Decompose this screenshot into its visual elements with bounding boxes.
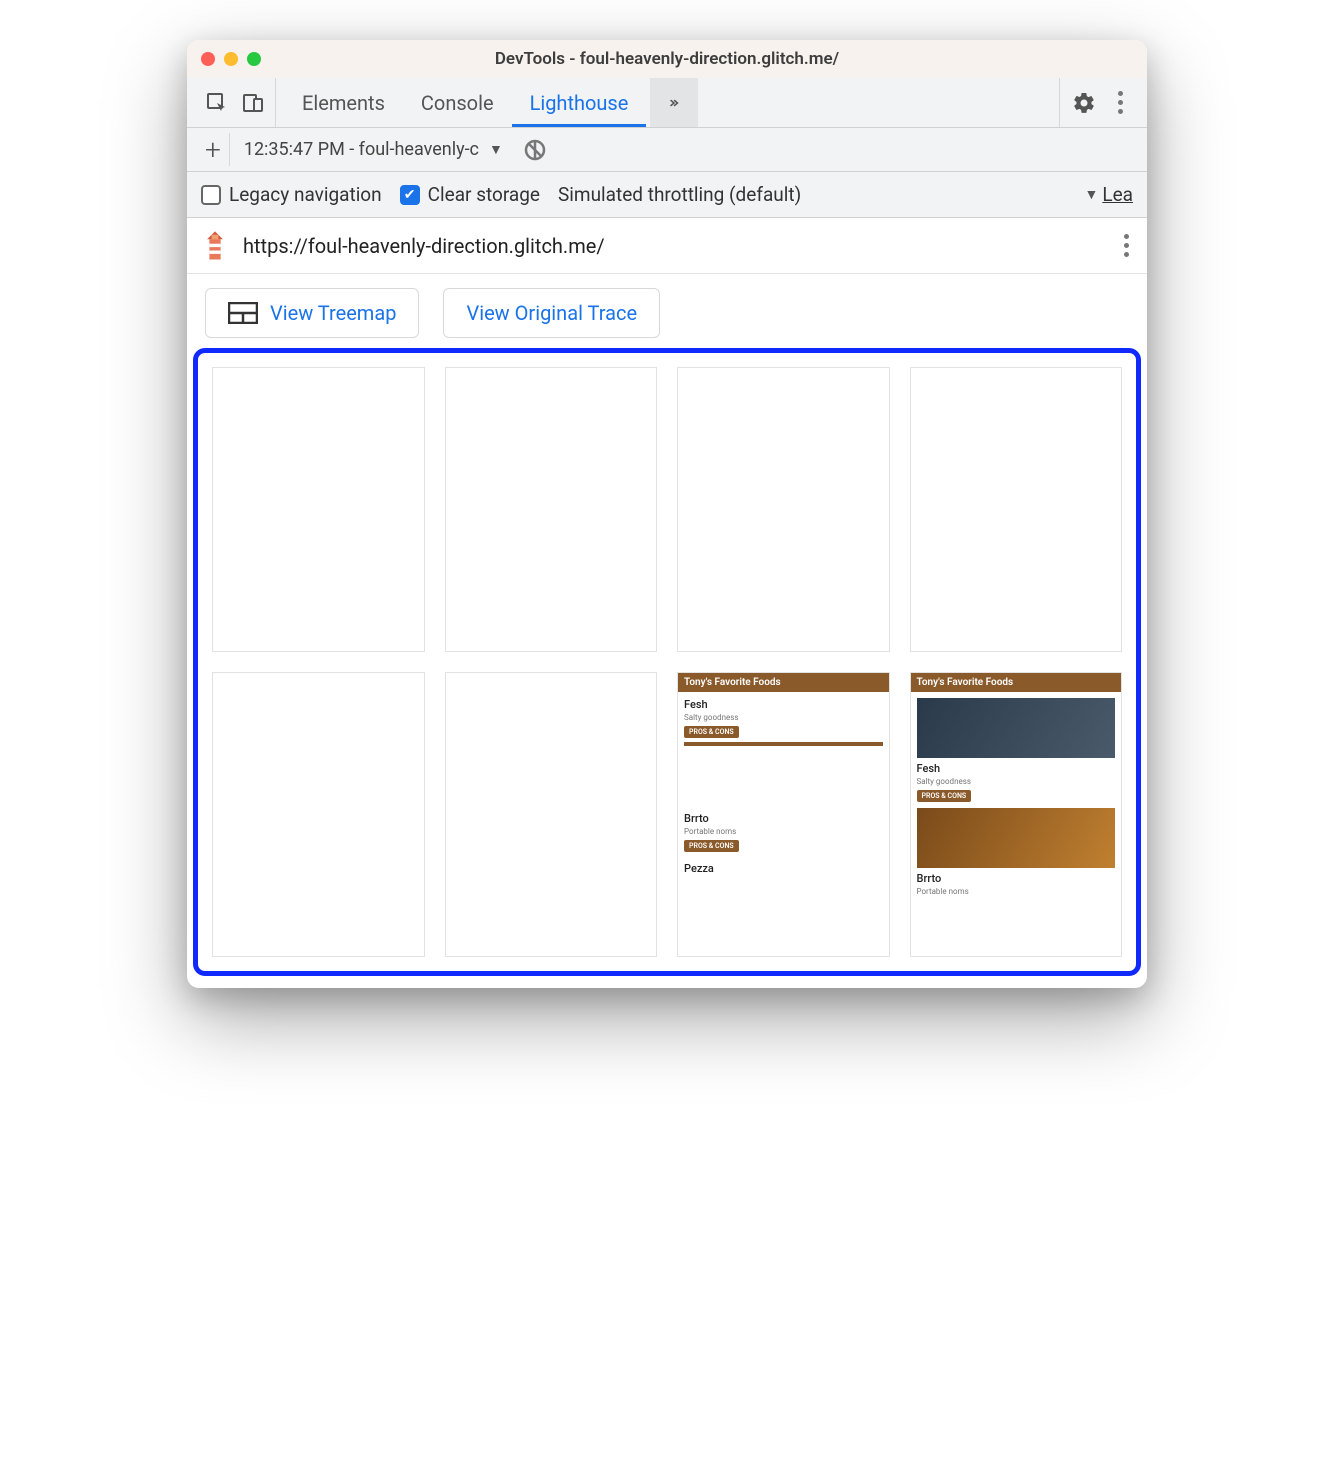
- view-trace-label: View Original Trace: [466, 301, 637, 325]
- tab-console[interactable]: Console: [403, 78, 512, 127]
- filmstrip: Tony's Favorite Foods Fesh Salty goodnes…: [212, 367, 1122, 957]
- filmstrip-frame[interactable]: [910, 367, 1123, 652]
- filmstrip-frame[interactable]: Tony's Favorite Foods Fesh Salty goodnes…: [910, 672, 1123, 957]
- view-treemap-button[interactable]: View Treemap: [205, 288, 419, 338]
- report-header: https://foul-heavenly-direction.glitch.m…: [187, 218, 1147, 274]
- window-title: DevTools - foul-heavenly-direction.glitc…: [187, 49, 1147, 69]
- filmstrip-frame[interactable]: [445, 672, 658, 957]
- gear-icon[interactable]: [1072, 91, 1096, 115]
- food-name: Pezza: [684, 862, 883, 875]
- view-treemap-label: View Treemap: [270, 301, 396, 325]
- food-subtitle: Salty goodness: [684, 713, 883, 722]
- filmstrip-frame[interactable]: [677, 367, 890, 652]
- filmstrip-highlight: Tony's Favorite Foods Fesh Salty goodnes…: [193, 348, 1141, 976]
- pros-cons-tag: PROS & CONS: [917, 790, 972, 802]
- report-url[interactable]: https://foul-heavenly-direction.glitch.m…: [243, 234, 1106, 258]
- learn-more-link[interactable]: Lea: [1102, 183, 1133, 206]
- devtools-window: DevTools - foul-heavenly-direction.glitc…: [187, 40, 1147, 988]
- view-original-trace-button[interactable]: View Original Trace: [443, 288, 660, 338]
- report-actions: View Treemap View Original Trace: [187, 274, 1147, 348]
- lighthouse-icon: [201, 228, 229, 264]
- food-subtitle: Portable noms: [917, 887, 1116, 896]
- throttling-label: Simulated throttling (default): [558, 183, 801, 206]
- minimize-window-button[interactable]: [224, 52, 238, 66]
- food-subtitle: Portable noms: [684, 827, 883, 836]
- clear-audit-icon[interactable]: [523, 138, 547, 162]
- pros-cons-tag: PROS & CONS: [684, 840, 739, 852]
- new-audit-button[interactable]: +: [197, 133, 230, 166]
- titlebar: DevTools - foul-heavenly-direction.glitc…: [187, 40, 1147, 78]
- clear-storage-checkbox[interactable]: ✔ Clear storage: [400, 183, 540, 206]
- food-name: Brrto: [684, 812, 883, 825]
- tab-lighthouse[interactable]: Lighthouse: [512, 78, 647, 127]
- maximize-window-button[interactable]: [247, 52, 261, 66]
- pros-cons-tag: PROS & CONS: [684, 726, 739, 738]
- audit-selector-caret-icon[interactable]: ▼: [489, 141, 503, 158]
- filmstrip-frame[interactable]: [212, 367, 425, 652]
- food-name: Fesh: [917, 762, 1116, 775]
- device-toggle-icon[interactable]: [241, 91, 265, 115]
- options-bar: Legacy navigation ✔ Clear storage Simula…: [187, 172, 1147, 218]
- filmstrip-frame-header: Tony's Favorite Foods: [911, 673, 1122, 692]
- tabs-bar: Elements Console Lighthouse: [187, 78, 1147, 128]
- legacy-navigation-checkbox[interactable]: Legacy navigation: [201, 183, 382, 206]
- filmstrip-frame[interactable]: [445, 367, 658, 652]
- close-window-button[interactable]: [201, 52, 215, 66]
- food-image: [917, 808, 1116, 868]
- food-subtitle: Salty goodness: [917, 777, 1116, 786]
- audit-selector-label[interactable]: 12:35:47 PM - foul-heavenly-c: [240, 139, 479, 160]
- inspect-icon[interactable]: [205, 91, 229, 115]
- window-controls: [201, 52, 261, 66]
- checkbox-checked-icon: ✔: [400, 185, 420, 205]
- treemap-icon: [228, 302, 258, 324]
- food-name: Brrto: [917, 872, 1116, 885]
- more-menu-icon[interactable]: [1114, 87, 1127, 118]
- tab-elements[interactable]: Elements: [284, 78, 403, 127]
- food-image: [917, 698, 1116, 758]
- audit-toolbar: + 12:35:47 PM - foul-heavenly-c ▼: [187, 128, 1147, 172]
- filmstrip-frame[interactable]: [212, 672, 425, 957]
- report-menu-icon[interactable]: [1120, 230, 1133, 261]
- food-name: Fesh: [684, 698, 883, 711]
- checkbox-unchecked-icon: [201, 185, 221, 205]
- legacy-navigation-label: Legacy navigation: [229, 183, 382, 206]
- tabs-overflow-button[interactable]: [650, 78, 698, 127]
- learn-more-caret-icon[interactable]: ▼: [1084, 186, 1098, 203]
- filmstrip-frame-header: Tony's Favorite Foods: [678, 673, 889, 692]
- filmstrip-frame[interactable]: Tony's Favorite Foods Fesh Salty goodnes…: [677, 672, 890, 957]
- clear-storage-label: Clear storage: [428, 183, 540, 206]
